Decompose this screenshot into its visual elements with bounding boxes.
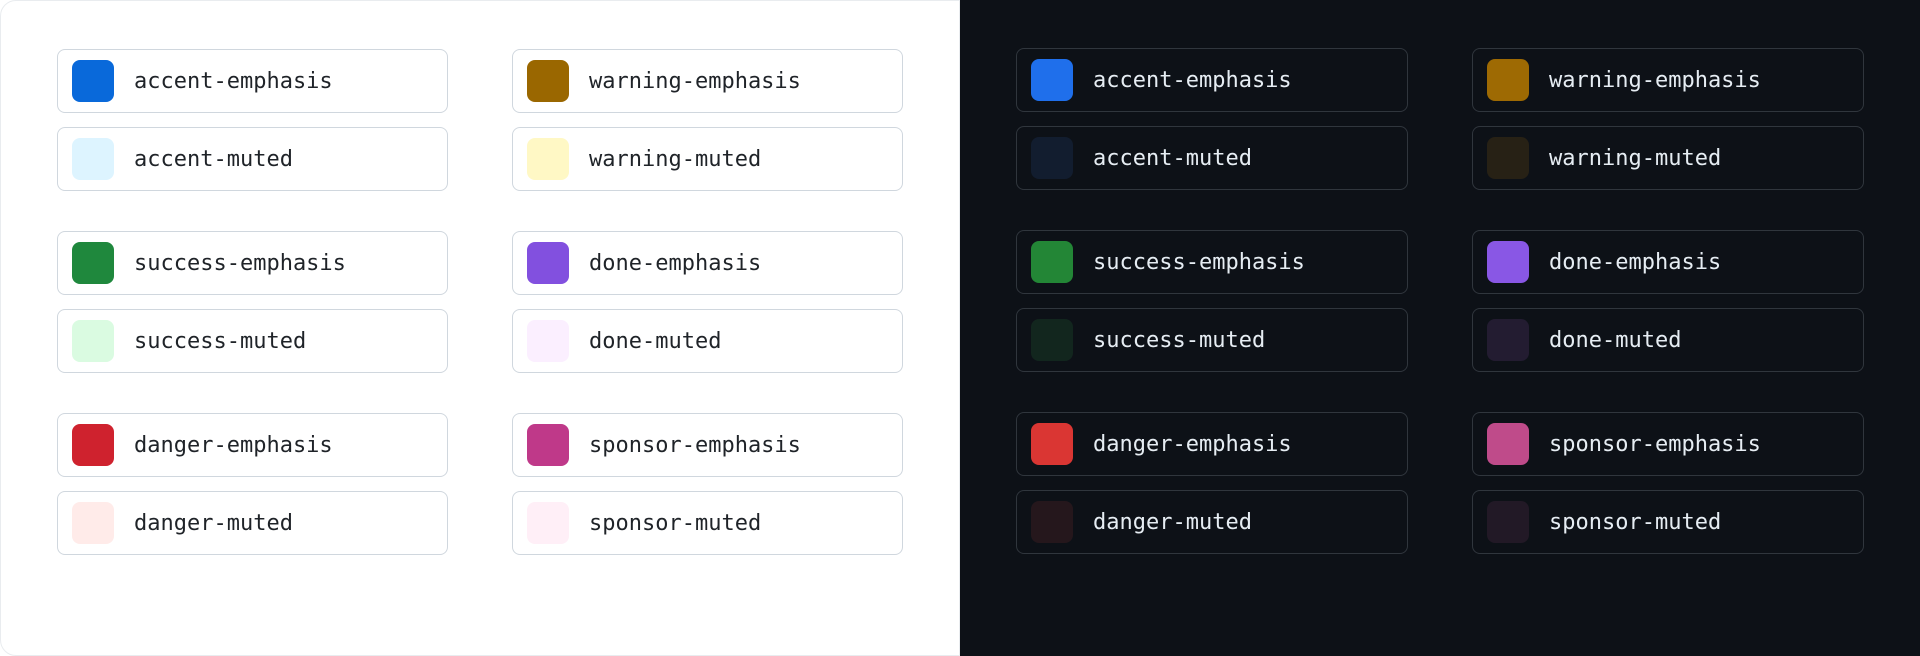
swatch-accent-emphasis: accent-emphasis xyxy=(1016,48,1408,112)
swatch-label: accent-muted xyxy=(134,147,293,172)
swatch-success-muted: success-muted xyxy=(57,309,448,373)
swatch-chip xyxy=(1031,423,1073,465)
swatch-warning-muted: warning-muted xyxy=(512,127,903,191)
swatch-chip xyxy=(1487,501,1529,543)
swatch-sponsor-emphasis: sponsor-emphasis xyxy=(1472,412,1864,476)
swatch-warning-muted: warning-muted xyxy=(1472,126,1864,190)
swatch-chip xyxy=(1031,501,1073,543)
swatch-chip xyxy=(1487,319,1529,361)
color-group: success-emphasis done-emphasis success-m… xyxy=(57,231,903,373)
swatch-success-emphasis: success-emphasis xyxy=(1016,230,1408,294)
color-group: danger-emphasis sponsor-emphasis danger-… xyxy=(57,413,903,555)
swatch-chip xyxy=(1487,137,1529,179)
swatch-label: done-muted xyxy=(1549,328,1681,353)
swatch-label: sponsor-muted xyxy=(1549,510,1721,535)
swatch-chip xyxy=(527,424,569,466)
swatch-label: done-muted xyxy=(589,329,721,354)
swatch-success-emphasis: success-emphasis xyxy=(57,231,448,295)
color-group: accent-emphasis warning-emphasis accent-… xyxy=(57,49,903,191)
swatch-success-muted: success-muted xyxy=(1016,308,1408,372)
swatch-done-emphasis: done-emphasis xyxy=(512,231,903,295)
swatch-label: accent-emphasis xyxy=(134,69,333,94)
swatch-accent-muted: accent-muted xyxy=(57,127,448,191)
color-group: danger-emphasis sponsor-emphasis danger-… xyxy=(1016,412,1864,554)
swatch-label: success-emphasis xyxy=(134,251,346,276)
swatch-chip xyxy=(72,424,114,466)
swatch-chip xyxy=(527,320,569,362)
swatch-label: danger-emphasis xyxy=(134,433,333,458)
swatch-accent-muted: accent-muted xyxy=(1016,126,1408,190)
swatch-chip xyxy=(527,502,569,544)
swatch-label: success-muted xyxy=(1093,328,1265,353)
swatch-chip xyxy=(1487,59,1529,101)
swatch-chip xyxy=(72,320,114,362)
swatch-sponsor-emphasis: sponsor-emphasis xyxy=(512,413,903,477)
swatch-warning-emphasis: warning-emphasis xyxy=(1472,48,1864,112)
swatch-accent-emphasis: accent-emphasis xyxy=(57,49,448,113)
swatch-label: done-emphasis xyxy=(589,251,761,276)
swatch-done-muted: done-muted xyxy=(512,309,903,373)
swatch-chip xyxy=(1031,241,1073,283)
swatch-chip xyxy=(527,60,569,102)
swatch-label: warning-emphasis xyxy=(589,69,801,94)
swatch-label: accent-muted xyxy=(1093,146,1252,171)
swatch-label: danger-emphasis xyxy=(1093,432,1292,457)
swatch-danger-emphasis: danger-emphasis xyxy=(57,413,448,477)
swatch-chip xyxy=(527,138,569,180)
swatch-label: sponsor-emphasis xyxy=(1549,432,1761,457)
swatch-label: warning-emphasis xyxy=(1549,68,1761,93)
swatch-chip xyxy=(72,242,114,284)
swatch-chip xyxy=(527,242,569,284)
swatch-label: warning-muted xyxy=(1549,146,1721,171)
swatch-done-emphasis: done-emphasis xyxy=(1472,230,1864,294)
swatch-done-muted: done-muted xyxy=(1472,308,1864,372)
swatch-chip xyxy=(1487,241,1529,283)
swatch-sponsor-muted: sponsor-muted xyxy=(1472,490,1864,554)
swatch-label: sponsor-muted xyxy=(589,511,761,536)
swatch-label: done-emphasis xyxy=(1549,250,1721,275)
swatch-danger-muted: danger-muted xyxy=(57,491,448,555)
swatch-danger-muted: danger-muted xyxy=(1016,490,1408,554)
swatch-label: accent-emphasis xyxy=(1093,68,1292,93)
swatch-chip xyxy=(1487,423,1529,465)
swatch-sponsor-muted: sponsor-muted xyxy=(512,491,903,555)
swatch-label: success-muted xyxy=(134,329,306,354)
swatch-label: danger-muted xyxy=(1093,510,1252,535)
swatch-chip xyxy=(1031,59,1073,101)
color-group: accent-emphasis warning-emphasis accent-… xyxy=(1016,48,1864,190)
light-theme-panel: accent-emphasis warning-emphasis accent-… xyxy=(0,0,960,656)
swatch-label: sponsor-emphasis xyxy=(589,433,801,458)
swatch-label: danger-muted xyxy=(134,511,293,536)
swatch-danger-emphasis: danger-emphasis xyxy=(1016,412,1408,476)
swatch-chip xyxy=(1031,319,1073,361)
swatch-chip xyxy=(1031,137,1073,179)
color-group: success-emphasis done-emphasis success-m… xyxy=(1016,230,1864,372)
swatch-chip xyxy=(72,502,114,544)
swatch-chip xyxy=(72,60,114,102)
swatch-warning-emphasis: warning-emphasis xyxy=(512,49,903,113)
swatch-label: success-emphasis xyxy=(1093,250,1305,275)
dark-theme-panel: accent-emphasis warning-emphasis accent-… xyxy=(960,0,1920,656)
swatch-chip xyxy=(72,138,114,180)
swatch-label: warning-muted xyxy=(589,147,761,172)
